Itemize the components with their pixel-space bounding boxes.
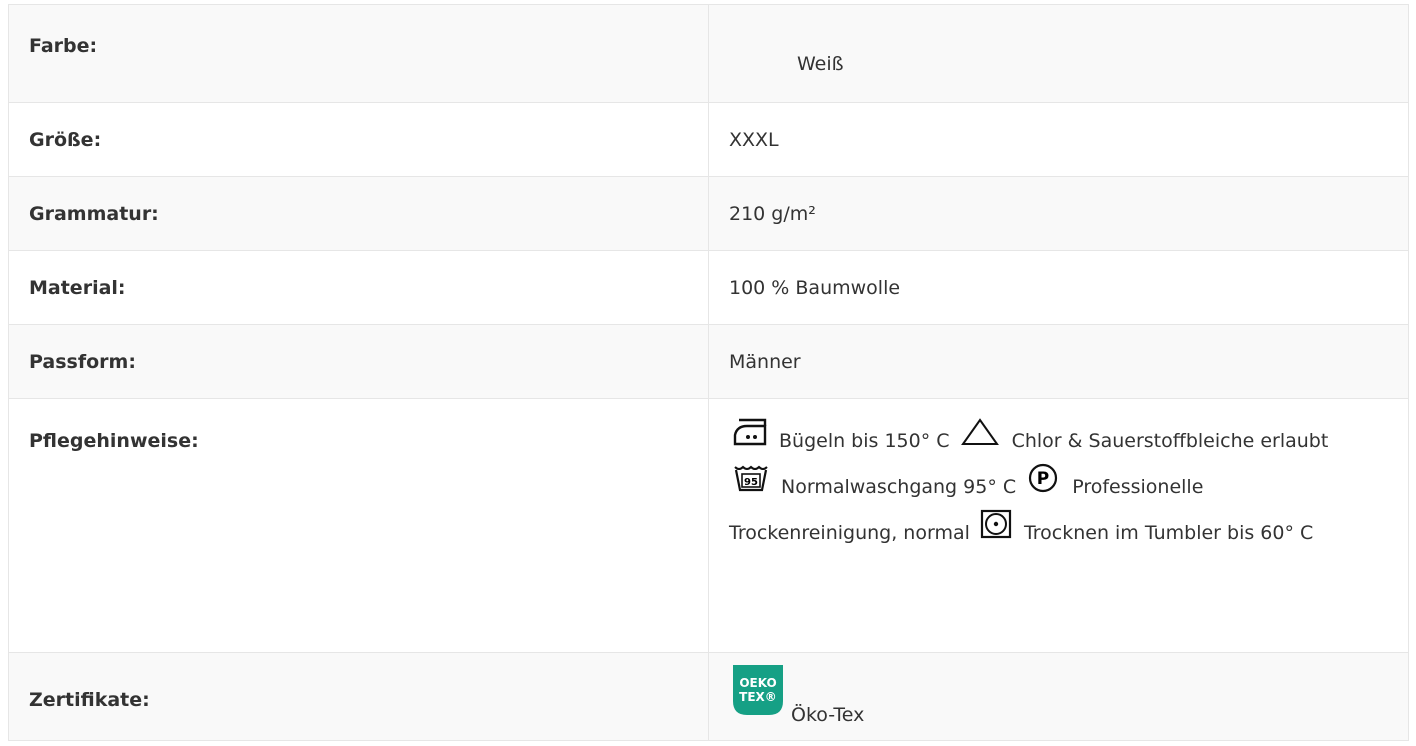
oeko-tex-logo-line2: TEX® — [739, 690, 777, 704]
spec-label-passform: Passform: — [8, 324, 709, 399]
spec-row-grammatur: Grammatur: 210 g/m² — [8, 176, 1409, 251]
spec-value-zertifikate-cell: OEKO TEX® Öko-Tex — [708, 652, 1409, 741]
spec-row-passform: Passform: Männer — [8, 324, 1409, 399]
spec-label-farbe: Farbe: — [8, 4, 709, 103]
wash-tub-95-label: 95 — [744, 477, 758, 488]
spec-label-grammatur: Grammatur: — [8, 176, 709, 251]
care-text-wash: Normalwaschgang 95° C — [781, 476, 1017, 498]
iron-icon — [733, 417, 767, 463]
care-text-iron: Bügeln bis 150° C — [779, 430, 950, 452]
care-text-bleach: Chlor & Sauerstoffbleiche erlaubt — [1011, 430, 1329, 452]
wash-tub-95-icon: 95 — [733, 463, 769, 509]
care-text-tumble: Trocknen im Tumbler bis 60° C — [1023, 522, 1314, 544]
spec-label-zertifikate: Zertifikate: — [8, 652, 709, 741]
spec-label-material: Material: — [8, 250, 709, 325]
spec-label-groesse: Größe: — [8, 102, 709, 177]
product-spec-table: Farbe: Weiß Größe: XXXL Grammatur: 210 g… — [8, 4, 1409, 741]
professional-cleaning-p-label: P — [1037, 469, 1049, 489]
spec-row-groesse: Größe: XXXL — [8, 102, 1409, 177]
oeko-tex-logo-line1: OEKO — [739, 676, 776, 690]
spec-value-farbe: Weiß — [797, 53, 844, 75]
spec-row-farbe: Farbe: Weiß — [8, 4, 1409, 103]
spec-label-pflege: Pflegehinweise: — [8, 398, 709, 653]
spec-value-zertifikate: Öko-Tex — [791, 704, 865, 726]
spec-row-zertifikate: Zertifikate: OEKO TEX® Öko-Tex — [8, 652, 1409, 741]
spec-row-material: Material: 100 % Baumwolle — [8, 250, 1409, 325]
spec-value-farbe-cell: Weiß — [708, 4, 1409, 103]
spec-value-passform: Männer — [708, 324, 1409, 399]
care-instructions: Bügeln bis 150° C Chlor & Sauerstoffblei… — [708, 398, 1409, 653]
spec-value-groesse: XXXL — [708, 102, 1409, 177]
oeko-tex-logo: OEKO TEX® — [729, 661, 787, 719]
spec-row-pflege: Pflegehinweise: Bügeln bis 150° C Chlor … — [8, 398, 1409, 653]
spec-value-material: 100 % Baumwolle — [708, 250, 1409, 325]
professional-cleaning-p-icon: P — [1026, 463, 1060, 509]
spec-value-grammatur: 210 g/m² — [708, 176, 1409, 251]
bleach-triangle-icon — [960, 417, 1000, 463]
tumble-dry-icon — [980, 509, 1012, 555]
